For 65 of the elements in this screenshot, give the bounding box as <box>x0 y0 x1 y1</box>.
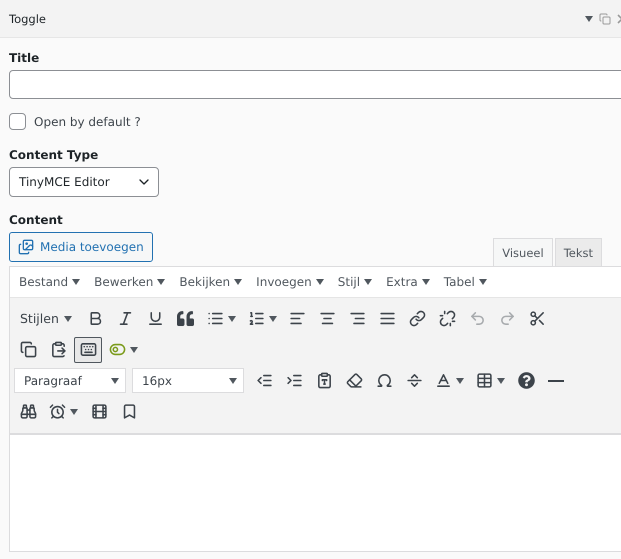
toggle-icon <box>109 341 126 358</box>
editor-tab[interactable]: Visueel <box>493 238 553 266</box>
binoculars-icon <box>20 403 36 420</box>
align-left-icon <box>289 310 306 327</box>
caret-icon <box>111 378 119 384</box>
caret-icon <box>422 279 430 285</box>
film-icon <box>90 403 108 420</box>
content-type-select[interactable]: TinyMCE Editor <box>9 167 159 197</box>
panel-title: Toggle <box>9 12 47 26</box>
menu-item[interactable]: Invoegen <box>256 275 324 289</box>
paste-icon <box>50 341 66 358</box>
keyboard-icon <box>80 341 96 358</box>
copy-icon <box>20 341 36 358</box>
open-by-default-label: Open by default ? <box>34 114 141 128</box>
title-input[interactable] <box>9 70 621 99</box>
scissors-icon <box>529 310 546 327</box>
title-label: Title <box>9 51 40 65</box>
redo-icon <box>499 310 516 327</box>
caret-icon <box>64 316 72 322</box>
caret-icon <box>364 279 372 285</box>
menu-item[interactable]: Bestand <box>19 275 80 289</box>
format-select[interactable]: Paragraaf <box>14 368 126 393</box>
link-icon <box>409 310 426 327</box>
styles-menu[interactable]: Stijlen <box>14 306 80 332</box>
media-icon <box>18 239 34 255</box>
add-media-button[interactable]: Media toevoegen <box>9 232 153 262</box>
omega-icon <box>376 372 392 389</box>
caret-icon <box>316 279 324 285</box>
bullet-list-icon <box>206 310 224 327</box>
caret-icon <box>234 279 242 285</box>
eraser-icon <box>346 372 362 389</box>
clipboard-icon <box>316 372 332 389</box>
alarm-clock-icon <box>49 403 66 420</box>
collapse-caret-icon <box>585 16 593 22</box>
horizontal-line-icon <box>548 380 564 382</box>
justify-icon <box>379 310 396 327</box>
indent-icon <box>286 372 302 389</box>
quote-icon <box>177 310 194 327</box>
outdent-icon <box>256 372 272 389</box>
open-by-default-checkbox[interactable] <box>9 113 26 130</box>
content-label: Content <box>9 213 64 227</box>
table-icon <box>476 372 493 389</box>
underline-icon <box>147 310 164 327</box>
keyboard-button[interactable] <box>74 336 102 362</box>
caret-icon <box>72 279 80 285</box>
text-color-icon <box>435 372 452 389</box>
caret-icon <box>478 279 487 285</box>
align-center-icon <box>319 310 336 327</box>
align-right-icon <box>349 310 366 327</box>
editor-tab[interactable]: Tekst <box>554 238 602 266</box>
content-type-label: Content Type <box>9 148 100 162</box>
undo-icon <box>469 310 486 327</box>
caret-icon <box>229 378 237 384</box>
menu-item[interactable]: Bewerken <box>94 275 166 289</box>
caret-icon <box>157 279 166 285</box>
duplicate-icon[interactable] <box>599 12 611 24</box>
numbered-list-icon <box>248 310 265 327</box>
unlink-icon <box>439 310 456 327</box>
help-icon <box>518 372 534 389</box>
menu-item[interactable]: Stijl <box>338 275 372 289</box>
menu-item[interactable]: Bekijken <box>179 275 242 289</box>
format-select[interactable]: 16px <box>132 368 244 393</box>
menu-item[interactable]: Extra <box>386 275 430 289</box>
page-break-icon <box>406 372 422 389</box>
menu-item[interactable]: Tabel <box>444 275 487 289</box>
